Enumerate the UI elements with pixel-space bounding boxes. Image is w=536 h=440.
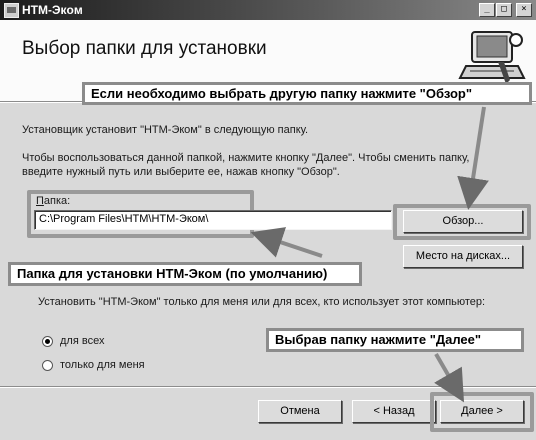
arrows-layer xyxy=(250,106,489,403)
arrow-icon xyxy=(250,227,323,258)
arrow-icon xyxy=(434,352,465,403)
installer-window: HTM-Экoм _ □ × Выбор папки для установки… xyxy=(0,0,536,440)
arrow-icon xyxy=(457,106,489,210)
